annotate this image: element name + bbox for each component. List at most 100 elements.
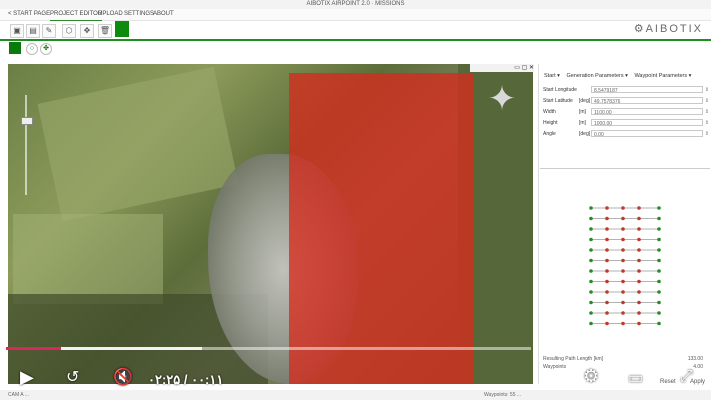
angle-input[interactable]: 0.00 bbox=[591, 130, 703, 138]
waypoint-marker[interactable] bbox=[657, 279, 661, 284]
menu-project-editor[interactable]: PROJECT EDITOR bbox=[50, 9, 103, 21]
waypoint-marker[interactable] bbox=[621, 279, 625, 284]
tab-generation-parameters[interactable]: Generation Parameters ▾ bbox=[566, 73, 627, 79]
tab-waypoint-parameters[interactable]: Waypoint Parameters ▾ bbox=[634, 73, 691, 79]
waypoint-marker[interactable] bbox=[637, 290, 641, 294]
menu-upload[interactable]: UPLOAD bbox=[98, 9, 123, 20]
waypoint-marker[interactable] bbox=[621, 216, 625, 221]
mission-area-rectangle[interactable] bbox=[289, 73, 473, 384]
waypoint-marker[interactable] bbox=[621, 258, 625, 263]
waypoint-marker[interactable] bbox=[589, 279, 593, 284]
replay-10-icon[interactable]: ↺ bbox=[66, 367, 79, 387]
gear-icon[interactable]: ⚙ bbox=[583, 366, 599, 387]
zoom-knob[interactable] bbox=[21, 117, 33, 125]
waypoint-marker[interactable] bbox=[589, 269, 593, 273]
waypoint-marker[interactable] bbox=[589, 206, 593, 210]
waypoint-marker[interactable] bbox=[657, 290, 661, 294]
waypoint-marker[interactable] bbox=[637, 237, 641, 242]
waypoint-marker[interactable] bbox=[657, 227, 661, 231]
waypoint-marker[interactable] bbox=[589, 290, 593, 294]
waypoint-marker[interactable] bbox=[605, 206, 609, 210]
waypoint-marker[interactable] bbox=[657, 206, 661, 210]
height-input[interactable]: 1000.00 bbox=[591, 119, 703, 127]
zoom-slider[interactable] bbox=[20, 95, 33, 195]
waypoint-marker[interactable] bbox=[621, 311, 625, 315]
waypoint-marker[interactable] bbox=[605, 279, 609, 284]
waypoint-marker[interactable] bbox=[589, 216, 593, 221]
waypoint-marker[interactable] bbox=[657, 237, 661, 242]
waypoint-marker[interactable] bbox=[657, 311, 661, 315]
menu-start-page[interactable]: < START PAGE bbox=[8, 9, 50, 20]
waypoint-marker[interactable] bbox=[657, 248, 661, 252]
spinner-icon[interactable]: ⇕ bbox=[705, 108, 709, 116]
spinner-icon[interactable]: ⇕ bbox=[705, 97, 709, 105]
waypoint-marker[interactable] bbox=[589, 321, 593, 326]
circle-tool-icon[interactable]: ○ bbox=[26, 43, 38, 55]
layer-toggle-button[interactable] bbox=[9, 42, 21, 54]
waypoint-marker[interactable] bbox=[621, 248, 625, 252]
reset-button[interactable]: Reset bbox=[660, 379, 676, 385]
polygon-icon[interactable]: ⬡ bbox=[62, 24, 76, 38]
waypoint-marker[interactable] bbox=[605, 321, 609, 326]
delete-icon[interactable]: 🗑 bbox=[98, 24, 112, 38]
active-tool-button[interactable] bbox=[115, 21, 129, 37]
save-icon[interactable]: ▣ bbox=[10, 24, 24, 38]
waypoint-marker[interactable] bbox=[589, 227, 593, 231]
start-latitude-input[interactable]: 49.7578376 bbox=[591, 97, 703, 105]
fullscreen-icon[interactable]: ⤢ bbox=[680, 368, 693, 386]
waypoint-marker[interactable] bbox=[621, 300, 625, 305]
waypoint-marker[interactable] bbox=[621, 290, 625, 294]
waypoint-marker[interactable] bbox=[637, 300, 641, 305]
waypoint-marker[interactable] bbox=[605, 311, 609, 315]
map-window-controls[interactable]: ▭ ▢ ✕ bbox=[470, 64, 534, 72]
waypoint-marker[interactable] bbox=[657, 258, 661, 263]
waypoint-marker[interactable] bbox=[621, 269, 625, 273]
waypoint-marker[interactable] bbox=[589, 237, 593, 242]
waypoint-marker[interactable] bbox=[589, 248, 593, 252]
width-input[interactable]: 1100.00 bbox=[591, 108, 703, 116]
waypoint-marker[interactable] bbox=[605, 227, 609, 231]
move-icon[interactable]: ✥ bbox=[80, 24, 94, 38]
menu-about[interactable]: ABOUT bbox=[153, 9, 174, 20]
pen-icon[interactable]: ✎ bbox=[42, 24, 56, 38]
waypoint-marker[interactable] bbox=[605, 237, 609, 242]
theater-mode-icon[interactable]: ▭ bbox=[628, 368, 643, 388]
waypoint-marker[interactable] bbox=[637, 321, 641, 326]
waypoint-marker[interactable] bbox=[605, 248, 609, 252]
waypoint-marker[interactable] bbox=[637, 216, 641, 221]
spinner-icon[interactable]: ⇕ bbox=[705, 119, 709, 127]
mute-icon[interactable]: 🔇 bbox=[113, 367, 133, 387]
waypoint-marker[interactable] bbox=[637, 227, 641, 231]
waypoint-marker[interactable] bbox=[637, 248, 641, 252]
compass-rose-icon: ✦ bbox=[487, 80, 517, 118]
menu-settings[interactable]: SETTINGS bbox=[124, 9, 154, 20]
waypoint-marker[interactable] bbox=[657, 269, 661, 273]
waypoint-marker[interactable] bbox=[605, 300, 609, 305]
waypoint-marker[interactable] bbox=[657, 321, 661, 326]
waypoint-marker[interactable] bbox=[605, 269, 609, 273]
waypoint-marker[interactable] bbox=[621, 237, 625, 242]
waypoint-marker[interactable] bbox=[637, 269, 641, 273]
waypoint-marker[interactable] bbox=[589, 258, 593, 263]
play-icon[interactable]: ▶ bbox=[20, 367, 34, 388]
waypoint-marker[interactable] bbox=[589, 300, 593, 305]
waypoint-marker[interactable] bbox=[605, 290, 609, 294]
waypoint-marker[interactable] bbox=[605, 216, 609, 221]
waypoint-marker[interactable] bbox=[637, 258, 641, 263]
tab-start[interactable]: Start ▾ bbox=[544, 73, 560, 79]
spinner-icon[interactable]: ⇕ bbox=[705, 86, 709, 94]
start-longitude-input[interactable]: 8.5479187 bbox=[591, 86, 703, 94]
new-file-icon[interactable]: ▤ bbox=[26, 24, 40, 38]
waypoint-marker[interactable] bbox=[589, 311, 593, 315]
waypoint-marker[interactable] bbox=[637, 311, 641, 315]
waypoint-marker[interactable] bbox=[637, 206, 641, 210]
waypoint-marker[interactable] bbox=[605, 258, 609, 263]
clover-tool-icon[interactable]: ✤ bbox=[40, 43, 52, 55]
waypoint-marker[interactable] bbox=[637, 279, 641, 284]
spinner-icon[interactable]: ⇕ bbox=[705, 130, 709, 138]
waypoint-marker[interactable] bbox=[621, 321, 625, 326]
waypoint-marker[interactable] bbox=[657, 216, 661, 221]
waypoint-marker[interactable] bbox=[621, 206, 625, 210]
waypoint-marker[interactable] bbox=[657, 300, 661, 305]
waypoint-marker[interactable] bbox=[621, 227, 625, 231]
